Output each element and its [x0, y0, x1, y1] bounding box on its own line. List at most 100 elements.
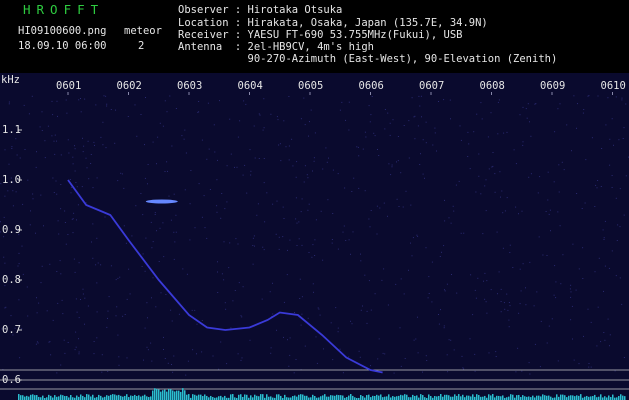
noise-speck [73, 212, 75, 214]
noise-speck [56, 372, 58, 374]
noise-speck [311, 256, 313, 258]
spectrum-bar [412, 394, 414, 400]
spectrum-bar [166, 391, 168, 400]
noise-speck [32, 198, 34, 200]
noise-speck [499, 171, 501, 173]
noise-speck [373, 132, 375, 134]
noise-speck [449, 99, 451, 101]
noise-speck [522, 106, 524, 108]
noise-speck [412, 237, 414, 239]
noise-speck [530, 135, 532, 137]
noise-speck [572, 243, 574, 245]
noise-speck [114, 142, 116, 144]
noise-speck [101, 371, 103, 373]
noise-speck [391, 164, 393, 166]
spectrum-bar [230, 394, 232, 400]
noise-speck [145, 237, 147, 239]
spectrum-bar [340, 395, 342, 400]
noise-speck [82, 137, 83, 139]
spectrum-bar [594, 394, 596, 400]
noise-speck [279, 143, 281, 145]
spectrum-bar [398, 395, 400, 400]
spectrum-bar [502, 395, 504, 400]
spectrum-bar [454, 394, 456, 400]
noise-speck [221, 273, 223, 275]
noise-speck [226, 165, 228, 167]
noise-speck [151, 247, 153, 249]
noise-speck [110, 265, 112, 267]
noise-speck [446, 283, 448, 285]
noise-speck [322, 259, 324, 261]
noise-speck [82, 293, 84, 295]
noise-speck [167, 170, 168, 172]
noise-speck [68, 152, 70, 154]
noise-speck [614, 370, 616, 372]
noise-speck [359, 356, 361, 358]
spectrum-bar [544, 395, 546, 400]
x-tick-label: 0602 [116, 80, 142, 92]
x-tick-label: 0603 [177, 80, 203, 92]
noise-speck [300, 324, 302, 326]
noise-speck [278, 144, 280, 146]
spectrum-bar [178, 390, 180, 400]
noise-speck [535, 103, 537, 105]
noise-speck [115, 109, 116, 111]
noise-speck [96, 337, 98, 339]
noise-speck [241, 357, 243, 359]
spectrum-bar [512, 394, 514, 400]
noise-speck [339, 348, 341, 350]
noise-speck [53, 192, 55, 193]
noise-speck [189, 239, 191, 241]
noise-speck [30, 210, 31, 212]
noise-speck [518, 213, 519, 215]
noise-speck [295, 176, 297, 178]
noise-speck [475, 297, 477, 299]
noise-speck [500, 196, 501, 198]
noise-speck [304, 165, 306, 167]
spectrum-bar [560, 394, 562, 400]
noise-speck [49, 263, 51, 265]
noise-speck [303, 181, 305, 183]
noise-speck [447, 371, 449, 373]
noise-speck [431, 301, 433, 303]
noise-speck [396, 198, 398, 200]
noise-speck [570, 296, 572, 298]
noise-speck [283, 218, 285, 219]
noise-speck [198, 111, 200, 113]
noise-speck [485, 210, 487, 212]
y-tick-label: 0.8 [2, 274, 21, 286]
noise-speck [213, 124, 215, 126]
noise-speck [351, 191, 353, 192]
noise-speck [142, 214, 144, 216]
noise-speck [484, 185, 486, 187]
y-tick-label: 0.7 [2, 324, 21, 336]
spectrum-bar [372, 395, 374, 400]
noise-speck [19, 157, 21, 159]
spectrum-bar [200, 394, 202, 400]
spectrum-bar [204, 394, 206, 400]
noise-speck [262, 129, 264, 131]
noise-speck [370, 210, 372, 211]
noise-speck [508, 326, 510, 328]
noise-speck [92, 223, 94, 225]
noise-speck [472, 314, 474, 316]
noise-speck [348, 356, 350, 358]
noise-speck [596, 187, 598, 189]
noise-speck [525, 304, 527, 306]
noise-speck [194, 309, 196, 311]
noise-speck [317, 307, 319, 309]
noise-speck [443, 245, 445, 247]
noise-speck [410, 204, 412, 206]
noise-speck [495, 356, 497, 357]
noise-speck [350, 320, 351, 322]
spectrum-bar [332, 395, 334, 400]
noise-speck [283, 336, 284, 338]
noise-speck [283, 120, 285, 122]
spectrum-bar [376, 394, 378, 400]
noise-speck [597, 306, 599, 308]
noise-speck [171, 320, 173, 322]
noise-speck [18, 252, 20, 254]
noise-speck [147, 317, 148, 319]
noise-speck [417, 235, 419, 237]
noise-speck [332, 169, 334, 171]
